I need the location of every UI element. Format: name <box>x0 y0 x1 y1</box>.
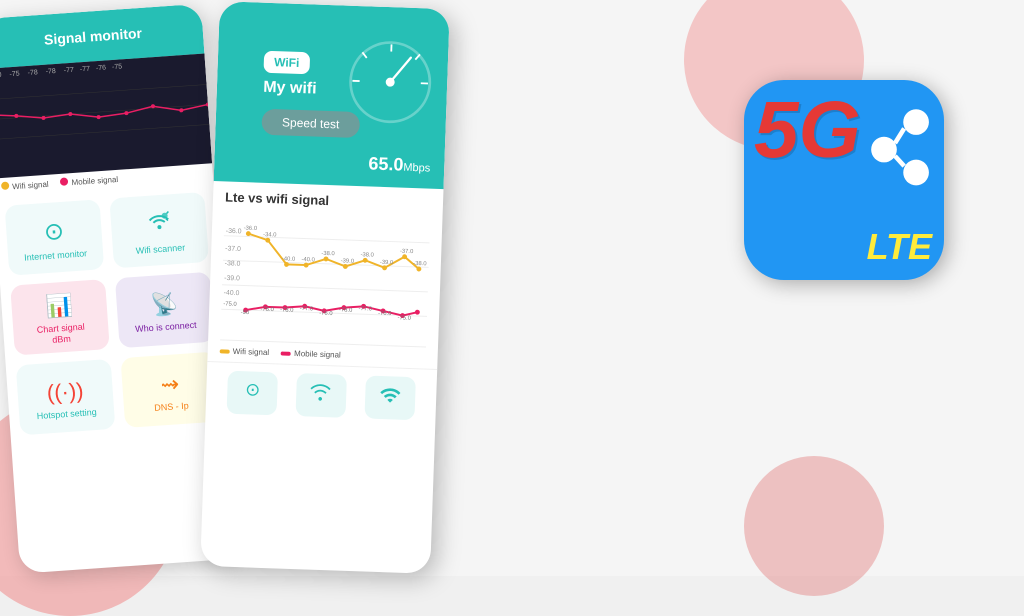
svg-text:-39.0: -39.0 <box>380 260 394 266</box>
bottom-icon-wifi-signal[interactable] <box>364 375 415 420</box>
legend-mobile-label: Mobile signal <box>294 349 341 360</box>
center-chart-svg: -36.0 -37.0 -38.0 -39.0 -40.0 -36.0 <box>220 210 430 346</box>
who-connect-icon: 📡 <box>150 291 179 319</box>
menu-label-hotspot: Hotspot setting <box>36 407 97 422</box>
svg-text:-36.0: -36.0 <box>244 226 258 232</box>
phone-left-title: Signal monitor <box>44 25 143 48</box>
wifi-signal-icon <box>378 384 401 412</box>
speed-value: 65.0Mbps <box>368 153 431 176</box>
svg-text:-40.0: -40.0 <box>301 257 315 263</box>
svg-text:-37.0: -37.0 <box>225 245 241 253</box>
svg-text:-38.0: -38.0 <box>413 261 427 267</box>
wifi-scanner-icon <box>146 209 172 241</box>
app-icon: 5G LTE <box>744 80 944 280</box>
svg-text:-77.0: -77.0 <box>358 306 372 312</box>
app-lte-label: LTE <box>867 226 932 268</box>
svg-text:-78.0: -78.0 <box>339 307 353 313</box>
svg-text:-75.0: -75.0 <box>397 315 411 321</box>
app-icon-container: 5G LTE <box>744 80 964 300</box>
bottom-icon-internet[interactable]: ⊙ <box>227 371 278 416</box>
legend-mobile-dot <box>281 351 291 355</box>
decorative-shape-right2 <box>744 456 884 596</box>
chart-container: -36.0 -37.0 -38.0 -39.0 -40.0 -36.0 <box>220 210 430 347</box>
hotspot-icon: ((·)) <box>46 377 84 405</box>
menu-item-wifi-scanner[interactable]: Wifi scanner <box>109 192 209 268</box>
svg-text:-40.0: -40.0 <box>282 256 296 262</box>
menu-label-wifi-scanner: Wifi scanner <box>135 242 185 256</box>
wifi-badge: WiFi <box>264 51 310 75</box>
svg-text:-38.0: -38.0 <box>321 251 335 257</box>
menu-label-dns: DNS - Ip <box>154 400 189 413</box>
legend-wifi-dot <box>220 349 230 353</box>
svg-text:-90: -90 <box>241 310 250 316</box>
network-icon <box>829 100 939 190</box>
menu-item-hotspot[interactable]: ((·)) Hotspot setting <box>16 359 116 435</box>
menu-label-who-connect: Who is connect <box>135 319 197 334</box>
svg-text:-36.0: -36.0 <box>226 228 242 236</box>
svg-text:-78.0: -78.0 <box>260 307 274 313</box>
legend-wifi-label: Wifi signal <box>233 347 270 357</box>
svg-text:-34.0: -34.0 <box>263 232 277 238</box>
svg-text:-39.0: -39.0 <box>341 258 355 264</box>
speedometer <box>344 36 437 129</box>
menu-label-chart: Chart signaldBm <box>36 322 85 347</box>
menu-item-who-connect[interactable]: 📡 Who is connect <box>115 272 215 348</box>
svg-text:-77.0: -77.0 <box>300 306 314 312</box>
menu-label-internet: Internet monitor <box>24 248 88 263</box>
left-chart-svg <box>0 65 211 160</box>
phone-center-header: WiFi My wifi Speed test 65.0Mbps <box>214 1 450 189</box>
svg-text:-39.0: -39.0 <box>224 275 240 283</box>
svg-text:-76.0: -76.0 <box>378 311 392 317</box>
svg-text:-40.0: -40.0 <box>224 290 240 298</box>
chart-title: Lte vs wifi signal <box>225 189 431 211</box>
chart-section: Lte vs wifi signal -36.0 -37.0 -38.0 -39… <box>207 181 443 369</box>
menu-item-chart[interactable]: 📊 Chart signaldBm <box>10 279 110 355</box>
svg-text:-38.0: -38.0 <box>360 252 374 258</box>
wifi-name: My wifi <box>263 79 317 99</box>
phone-center: WiFi My wifi Speed test 65.0Mbps <box>200 1 450 574</box>
wifi-scan-icon <box>310 382 333 410</box>
svg-text:-75.0: -75.0 <box>223 301 237 307</box>
legend-wifi: Wifi signal <box>220 346 270 357</box>
chart-signal-icon: 📊 <box>45 293 74 321</box>
svg-text:-76.0: -76.0 <box>319 311 333 317</box>
menu-grid: ⊙ Internet monitor Wifi scanner 📊 Chart … <box>0 181 231 446</box>
svg-text:-37.0: -37.0 <box>400 249 414 255</box>
internet-monitor-icon: ⊙ <box>43 217 65 247</box>
menu-item-internet[interactable]: ⊙ Internet monitor <box>5 199 105 275</box>
internet-icon: ⊙ <box>245 379 261 401</box>
svg-text:-38.0: -38.0 <box>225 260 241 268</box>
legend-mobile: Mobile signal <box>281 349 341 360</box>
speed-unit: Mbps <box>403 162 430 175</box>
bottom-icon-wifi-scan[interactable] <box>295 373 346 418</box>
chart-area-left: -80 -75 -78 -78 -77 -77 -76 -75 <box>0 54 212 179</box>
svg-text:-78.0: -78.0 <box>280 307 294 313</box>
dns-icon: ⇝ <box>160 371 180 398</box>
bottom-icons-row: ⊙ <box>205 361 437 429</box>
